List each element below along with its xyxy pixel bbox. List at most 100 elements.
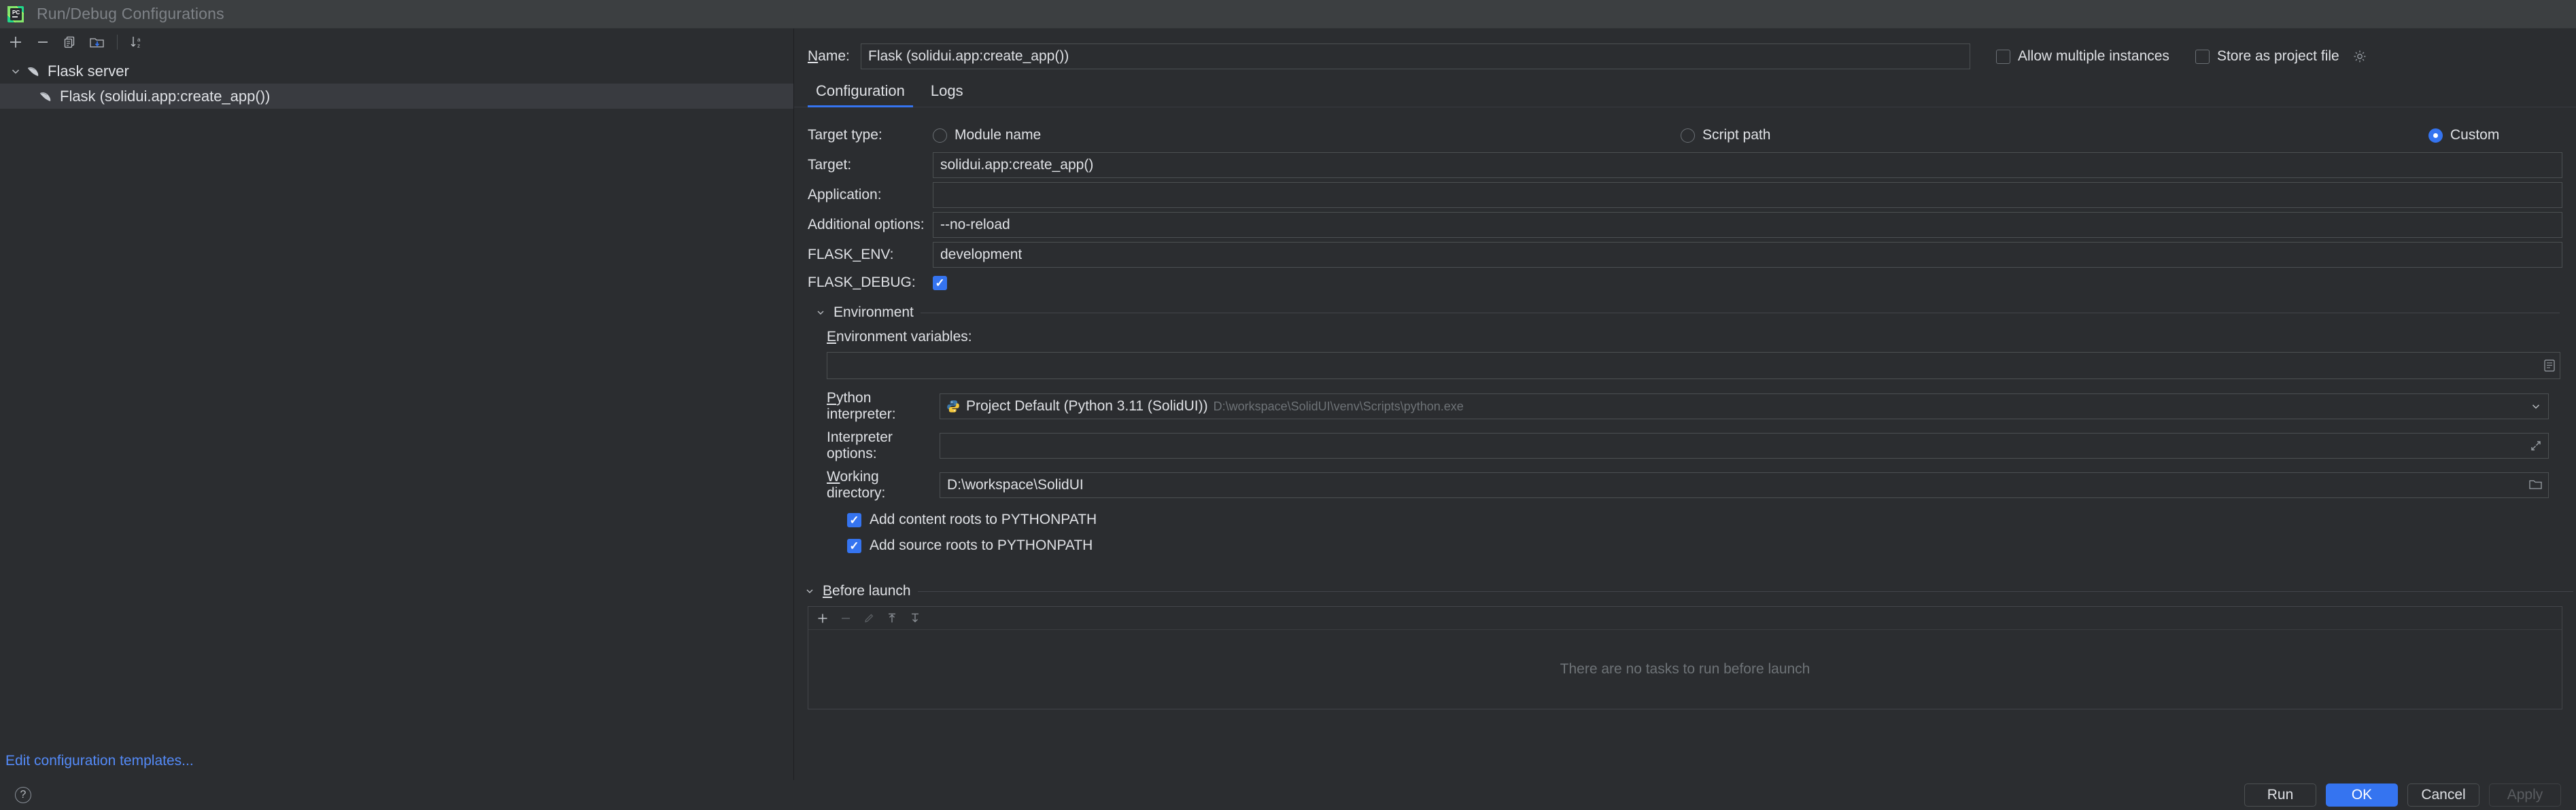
radio-module-name[interactable]: Module name (933, 127, 1681, 143)
chevron-down-icon[interactable] (7, 66, 24, 77)
toolbar-divider (117, 35, 118, 50)
environment-variables-label: Environment variables: (827, 329, 972, 345)
apply-button: Apply (2489, 783, 2561, 807)
checkbox-box[interactable] (2195, 49, 2210, 64)
add-source-roots-checkbox[interactable]: Add source roots to PYTHONPATH (847, 533, 2562, 559)
radio-script-path-label: Script path (1702, 127, 1771, 143)
python-interpreter-combobox[interactable]: Project Default (Python 3.11 (SolidUI)) … (940, 393, 2549, 419)
interpreter-options-row: Interpreter options: (827, 429, 2562, 462)
python-interpreter-row: Python interpreter: Project Default (Pyt… (827, 390, 2562, 423)
radio-button[interactable] (2428, 128, 2443, 143)
environment-section-title: Environment (834, 304, 914, 320)
target-type-row: Target type: Module name Script path Cus… (808, 120, 2562, 151)
configurations-pane: a z Flask server Flask (solidui.app:crea… (0, 29, 794, 780)
browse-variables-icon[interactable] (2542, 358, 2557, 373)
add-configuration-button[interactable] (3, 31, 29, 54)
checkbox-box[interactable] (847, 538, 861, 553)
target-input[interactable]: solidui.app:create_app() (933, 152, 2562, 178)
radio-button[interactable] (933, 128, 947, 143)
environment-variables-label-row: Environment variables: (827, 326, 2562, 348)
chevron-down-icon[interactable] (804, 586, 816, 596)
interpreter-options-input[interactable] (940, 433, 2549, 459)
copy-configuration-button[interactable] (57, 31, 83, 54)
store-as-project-file-checkbox[interactable]: Store as project file (2195, 48, 2367, 65)
python-interpreter-value: Project Default (Python 3.11 (SolidUI)) (966, 398, 1208, 414)
chevron-down-icon[interactable] (814, 308, 827, 317)
footer-buttons: Run OK Cancel Apply (2244, 783, 2561, 807)
name-input[interactable]: Flask (solidui.app:create_app()) (861, 43, 1970, 69)
tree-item-flask-solidui-create-app[interactable]: Flask (solidui.app:create_app()) (0, 84, 793, 109)
window-titlebar: PC Run/Debug Configurations (0, 0, 2576, 29)
configuration-editor-pane: Name: Flask (solidui.app:create_app()) A… (794, 29, 2576, 780)
before-launch-empty-text: There are no tasks to run before launch (1560, 661, 1810, 677)
before-launch-section-title: Before launch (823, 583, 911, 599)
before-launch-move-up-button[interactable] (882, 609, 902, 628)
flask-debug-checkbox[interactable] (933, 275, 947, 290)
application-row: Application: (808, 181, 2562, 209)
flask-env-label: FLASK_ENV: (808, 246, 894, 262)
tree-group-flask-server[interactable]: Flask server (0, 58, 793, 84)
target-type-label: Target type: (808, 127, 882, 143)
radio-custom-label: Custom (2450, 127, 2500, 143)
expand-editor-icon[interactable] (2529, 439, 2543, 453)
working-directory-row: Working directory: D:\workspace\SolidUI (827, 469, 2562, 501)
before-launch-section-header[interactable]: Before launch (804, 583, 2576, 599)
radio-script-path[interactable]: Script path (1681, 127, 2428, 143)
radio-button[interactable] (1681, 128, 1695, 143)
before-launch-toolbar (808, 607, 2562, 630)
run-button[interactable]: Run (2244, 783, 2316, 807)
remove-configuration-button[interactable] (30, 31, 56, 54)
add-source-roots-label: Add source roots to PYTHONPATH (870, 538, 1093, 553)
configurations-tree[interactable]: Flask server Flask (solidui.app:create_a… (0, 56, 793, 109)
flask-env-input[interactable]: development (933, 241, 2562, 268)
python-icon (946, 399, 961, 414)
add-content-roots-checkbox[interactable]: Add content roots to PYTHONPATH (847, 507, 2562, 533)
cancel-button[interactable]: Cancel (2407, 783, 2479, 807)
section-divider (917, 591, 2573, 592)
tab-logs[interactable]: Logs (923, 82, 972, 107)
before-launch-move-down-button[interactable] (905, 609, 925, 628)
environment-section-body: Environment variables: Python interprete… (827, 326, 2562, 559)
target-row: Target: solidui.app:create_app() (808, 151, 2562, 179)
svg-text:PC: PC (12, 10, 20, 16)
dialog-body: a z Flask server Flask (solidui.app:crea… (0, 29, 2576, 780)
before-launch-edit-button (859, 609, 879, 628)
question-mark-icon[interactable]: ? (15, 787, 31, 803)
application-input[interactable] (933, 181, 2562, 208)
pycharm-logo-icon: PC (7, 5, 24, 23)
edit-configuration-templates-link[interactable]: Edit configuration templates... (5, 753, 194, 769)
additional-options-input[interactable]: --no-reload (933, 211, 2562, 238)
working-directory-input[interactable]: D:\workspace\SolidUI (940, 472, 2549, 498)
allow-multiple-instances-checkbox[interactable]: Allow multiple instances (1996, 48, 2169, 65)
before-launch-task-list: There are no tasks to run before launch (808, 606, 2562, 709)
working-directory-label: Working directory: (827, 469, 886, 501)
radio-custom[interactable]: Custom (2428, 127, 2499, 143)
editor-tabs[interactable]: Configuration Logs (794, 77, 2576, 107)
gear-icon[interactable] (2352, 49, 2367, 64)
folder-icon[interactable] (2528, 477, 2544, 493)
configuration-form: Target type: Module name Script path Cus… (794, 107, 2576, 559)
flask-debug-row: FLASK_DEBUG: (808, 270, 2562, 295)
flask-debug-label: FLASK_DEBUG: (808, 275, 916, 290)
checkbox-box[interactable] (1996, 49, 2010, 64)
additional-options-row: Additional options: --no-reload (808, 211, 2562, 239)
flask-icon (24, 63, 42, 80)
move-into-folder-button[interactable] (84, 31, 110, 54)
chevron-down-icon[interactable] (2530, 401, 2541, 412)
add-content-roots-label: Add content roots to PYTHONPATH (870, 512, 1097, 527)
ok-button[interactable]: OK (2326, 783, 2398, 807)
dialog-footer: ? Run OK Cancel Apply (0, 780, 2576, 810)
python-interpreter-path-hint: D:\workspace\SolidUI\venv\Scripts\python… (1213, 399, 1464, 413)
before-launch-add-button[interactable] (812, 609, 833, 628)
environment-section-header[interactable]: Environment (814, 304, 2562, 321)
radio-module-name-label: Module name (955, 127, 1042, 143)
name-label: Name: (808, 48, 850, 64)
python-interpreter-value-wrap: Project Default (Python 3.11 (SolidUI)) … (946, 398, 1464, 415)
python-interpreter-label: Python interpreter: (827, 390, 896, 422)
sort-configurations-button[interactable]: a z (124, 31, 150, 54)
tab-configuration[interactable]: Configuration (808, 82, 913, 107)
allow-multiple-instances-label: Allow multiple instances (2018, 48, 2169, 64)
flask-icon (37, 88, 54, 105)
checkbox-box[interactable] (847, 512, 861, 527)
environment-variables-input[interactable] (827, 352, 2560, 379)
